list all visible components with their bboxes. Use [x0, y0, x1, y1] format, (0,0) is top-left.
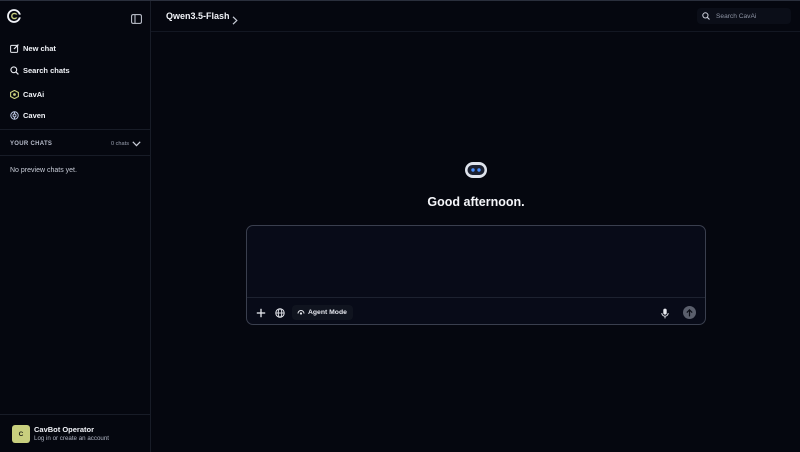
cavai-icon — [10, 89, 19, 99]
chevron-down-icon[interactable] — [132, 141, 141, 147]
sidebar-divider — [0, 129, 151, 130]
new-chat-icon — [10, 43, 19, 53]
chat-count: 0 chats — [110, 141, 129, 147]
sidebar-item-label: CavAi — [23, 89, 45, 99]
model-selector[interactable]: Qwen3.5-Flash — [166, 11, 230, 21]
agent-mode-button[interactable]: Agent Mode — [292, 305, 353, 320]
your-chats-title: YOUR CHATS — [10, 141, 53, 147]
sidebar: New chat Search chats CavAi Caven YOUR C… — [0, 1, 151, 452]
search-input[interactable]: Search CavAi — [697, 8, 791, 24]
globe-icon — [275, 308, 285, 318]
search-placeholder: Search CavAi — [716, 12, 757, 20]
header-divider — [151, 31, 800, 32]
agent-mode-icon — [297, 310, 305, 315]
search-icon — [702, 12, 710, 20]
sidebar-item-new-chat[interactable]: New chat — [0, 38, 151, 58]
sidebar-item-cavai[interactable]: CavAi — [0, 84, 151, 104]
sidebar-item-label: Caven — [23, 110, 46, 120]
chevron-right-icon[interactable] — [232, 12, 238, 30]
sidebar-item-label: Search chats — [23, 65, 70, 75]
sidebar-toggle-icon[interactable] — [131, 11, 142, 24]
web-search-button[interactable] — [275, 308, 285, 318]
login-link[interactable]: Log in or create an account — [34, 435, 109, 442]
empty-chats-note: No preview chats yet. — [10, 167, 77, 174]
sidebar-item-search-chats[interactable]: Search chats — [0, 60, 151, 80]
search-icon — [10, 65, 19, 75]
microphone-button[interactable] — [660, 307, 670, 319]
microphone-icon — [661, 308, 669, 318]
account-divider — [0, 414, 151, 415]
caven-icon — [10, 110, 19, 120]
app-logo-icon[interactable] — [7, 9, 22, 23]
send-button[interactable] — [683, 306, 696, 319]
plus-icon — [256, 308, 266, 318]
sidebar-item-label: New chat — [23, 43, 56, 53]
bot-icon — [464, 160, 488, 180]
avatar[interactable]: C — [12, 425, 30, 443]
agent-mode-label: Agent Mode — [308, 309, 347, 316]
greeting-heading: Good afternoon. — [427, 195, 525, 209]
composer-divider — [247, 297, 705, 298]
message-composer[interactable]: Agent Mode — [246, 225, 706, 325]
sidebar-divider — [0, 155, 151, 156]
account-name[interactable]: CavBot Operator — [34, 425, 94, 434]
your-chats-header[interactable]: YOUR CHATS 0 chats — [10, 139, 141, 149]
add-attachment-button[interactable] — [256, 308, 266, 318]
arrow-up-icon — [686, 308, 693, 316]
sidebar-item-caven[interactable]: Caven — [0, 105, 151, 125]
